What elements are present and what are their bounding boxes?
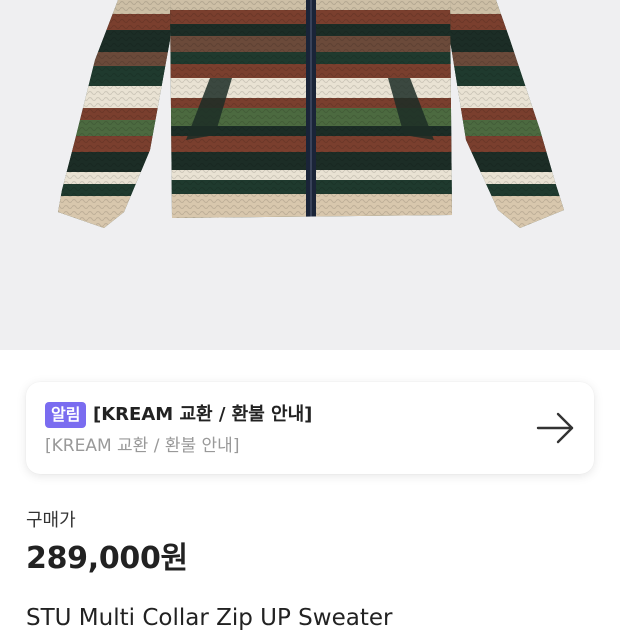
notice-title: [KREAM 교환 / 환불 안내] — [93, 404, 313, 425]
purchase-price-label: 구매가 — [26, 510, 76, 531]
sweater-product-image — [58, 0, 564, 228]
product-image-area — [0, 0, 620, 350]
arrow-right-icon[interactable] — [536, 411, 576, 445]
notice-badge: 알림 — [45, 402, 87, 428]
product-name: STU Multi Collar Zip UP Sweater — [26, 605, 393, 631]
exchange-refund-notice-card[interactable]: 알림 [KREAM 교환 / 환불 안내] [KREAM 교환 / 환불 안내] — [26, 382, 594, 474]
purchase-price: 289,000원 — [26, 541, 188, 576]
notice-subtitle: [KREAM 교환 / 환불 안내] — [45, 436, 240, 456]
